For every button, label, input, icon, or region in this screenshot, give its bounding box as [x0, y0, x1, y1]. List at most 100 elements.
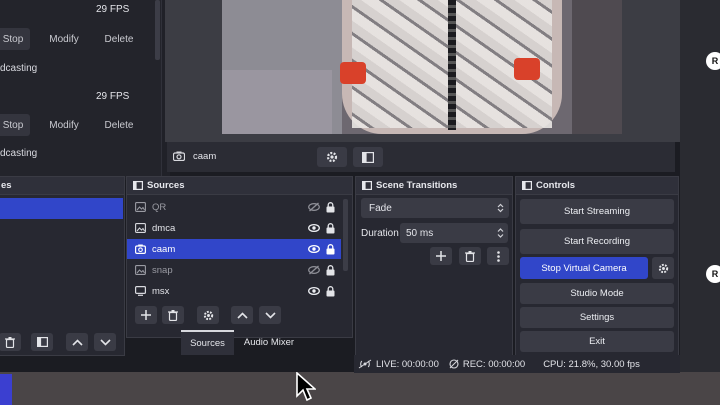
move-source-down-button[interactable]: [259, 306, 281, 324]
camera-icon: [135, 244, 146, 254]
move-scene-up-button[interactable]: [66, 333, 88, 351]
add-transition-button[interactable]: [430, 247, 452, 265]
preview-cuff: [340, 62, 366, 84]
stop-button[interactable]: Stop: [0, 114, 30, 136]
right-avatar-badge: R: [706, 265, 720, 283]
broadcast-status: dcasting: [0, 63, 38, 74]
source-toolbar: caam: [167, 142, 675, 172]
source-item-dmca[interactable]: dmca: [127, 218, 341, 238]
preview-cuff: [514, 58, 540, 80]
tab-sources[interactable]: Sources: [181, 330, 234, 355]
lock-icon[interactable]: [326, 264, 335, 276]
chevron-down-icon: [99, 338, 111, 346]
preview-chain: [448, 0, 456, 130]
modify-button[interactable]: Modify: [40, 114, 88, 136]
image-icon: [135, 202, 146, 212]
transition-menu-button[interactable]: [487, 247, 509, 265]
monitor-icon: [135, 286, 146, 296]
scene-transitions-dock: Scene Transitions Fade Duration 50 ms: [355, 176, 513, 356]
chevron-up-icon: [71, 338, 83, 346]
transitions-title: Scene Transitions: [376, 180, 458, 191]
image-icon: [135, 265, 146, 275]
stop-virtual-camera-button[interactable]: Stop Virtual Camera: [520, 257, 648, 279]
controls-header: Controls: [516, 177, 678, 195]
fps-readout: 29 FPS: [96, 91, 130, 102]
start-recording-button[interactable]: Start Recording: [520, 229, 674, 254]
eye-slash-icon[interactable]: [308, 265, 320, 275]
chevron-up-icon: [236, 311, 248, 319]
camera-preview: [222, 0, 622, 134]
source-item-snap[interactable]: snap: [127, 260, 341, 280]
gear-icon: [326, 151, 338, 163]
duration-value: 50 ms: [406, 227, 434, 239]
lock-icon[interactable]: [326, 243, 335, 255]
virtual-camera-config-button[interactable]: [652, 257, 674, 279]
transitions-dock-icon: [362, 181, 372, 190]
scenes-title: es: [0, 177, 124, 195]
eye-slash-icon[interactable]: [308, 202, 320, 212]
lock-icon[interactable]: [326, 201, 335, 213]
source-filters-button[interactable]: [353, 147, 383, 167]
delete-button[interactable]: Delete: [96, 28, 142, 50]
plus-icon: [141, 310, 151, 320]
source-name: snap: [152, 264, 173, 276]
updown-chevron-icon: [497, 203, 504, 213]
scene-filters-button[interactable]: [31, 333, 53, 351]
eye-icon[interactable]: [308, 244, 320, 254]
delete-button[interactable]: Delete: [96, 114, 142, 136]
sources-scrollbar[interactable]: [343, 199, 348, 271]
eye-icon[interactable]: [308, 286, 320, 296]
source-name: QR: [152, 201, 167, 213]
studio-mode-button[interactable]: Studio Mode: [520, 283, 674, 304]
duration-label: Duration: [361, 228, 399, 239]
settings-button[interactable]: Settings: [520, 307, 674, 328]
broadcast-status: dcasting: [0, 148, 38, 159]
mouse-cursor-icon: [296, 372, 316, 402]
spinbox-arrows-icon[interactable]: [497, 227, 504, 239]
source-item-msx[interactable]: msx: [127, 281, 341, 301]
cpu-fps-readout: CPU: 21.8%, 30.00 fps: [543, 358, 640, 370]
trash-icon: [465, 250, 475, 262]
transition-selected-value: Fade: [369, 202, 392, 214]
remove-transition-button[interactable]: [459, 247, 481, 265]
tab-audio-mixer[interactable]: Audio Mixer: [238, 330, 300, 355]
remove-source-button[interactable]: [162, 306, 184, 324]
trash-icon: [168, 309, 178, 321]
source-properties-button[interactable]: [317, 147, 347, 167]
sources-dock: Sources QR dmca caam snap msx: [126, 176, 353, 338]
chevron-down-icon: [264, 311, 276, 319]
remove-scene-button[interactable]: [0, 333, 21, 351]
stop-button[interactable]: Stop: [0, 28, 30, 50]
status-bar: LIVE: 00:00:00 REC: 00:00:00 CPU: 21.8%,…: [354, 355, 680, 373]
sources-header: Sources: [127, 177, 352, 195]
scrollbar[interactable]: [155, 0, 160, 60]
camera-icon: [173, 151, 185, 161]
modify-button[interactable]: Modify: [40, 28, 88, 50]
source-properties-button[interactable]: [197, 306, 219, 324]
eye-icon[interactable]: [308, 223, 320, 233]
gear-icon: [203, 310, 214, 321]
scenes-dock: es: [0, 176, 125, 356]
source-name: dmca: [152, 222, 176, 234]
plus-icon: [436, 251, 446, 261]
filter-icon: [36, 337, 48, 347]
exit-button[interactable]: Exit: [520, 331, 674, 352]
controls-dock-icon: [522, 181, 532, 190]
lock-icon[interactable]: [326, 222, 335, 234]
transitions-header: Scene Transitions: [356, 177, 512, 195]
duration-spinbox[interactable]: 50 ms: [400, 223, 508, 243]
sources-dock-icon: [133, 181, 143, 190]
move-source-up-button[interactable]: [231, 306, 253, 324]
scene-item-selected[interactable]: [0, 198, 123, 219]
source-item-caam[interactable]: caam: [127, 239, 341, 259]
transition-select[interactable]: Fade: [361, 198, 509, 218]
move-scene-down-button[interactable]: [94, 333, 116, 351]
source-item-qr[interactable]: QR: [127, 197, 341, 217]
start-streaming-button[interactable]: Start Streaming: [520, 199, 674, 224]
lock-icon[interactable]: [326, 285, 335, 297]
add-source-button[interactable]: [135, 306, 157, 324]
preview-shelf: [572, 0, 622, 134]
record-off-icon: [449, 359, 459, 369]
source-name-label: caam: [193, 151, 217, 162]
stream-stats-panel: 29 FPS Stop Modify Delete dcasting 29 FP…: [0, 0, 162, 178]
